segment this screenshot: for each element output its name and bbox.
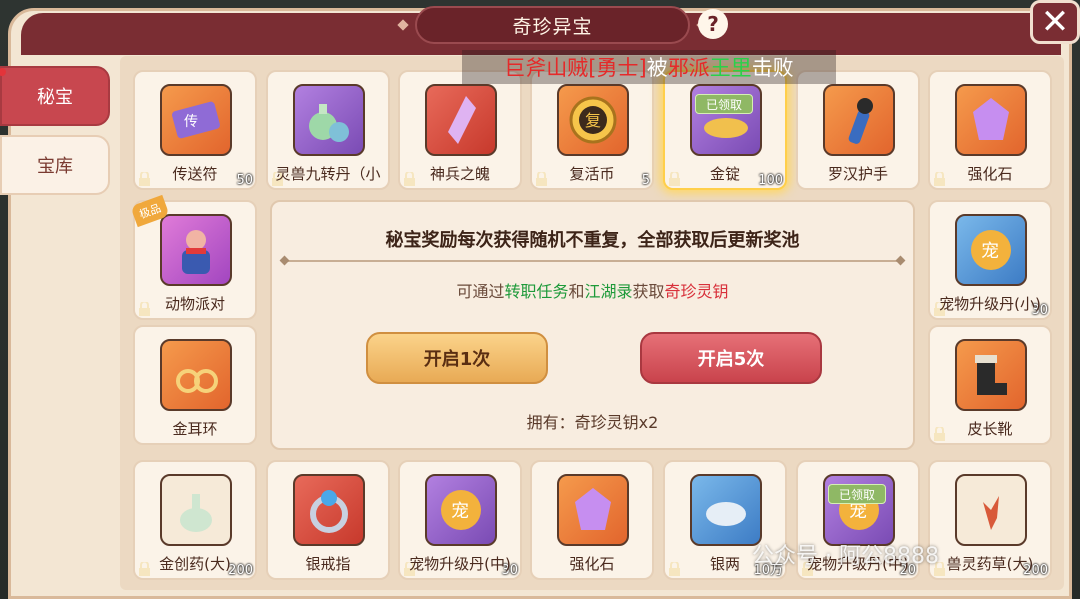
herb-icon	[955, 474, 1027, 546]
item-name: 强化石	[967, 165, 1013, 183]
banner-text: 王里	[709, 56, 752, 80]
item-cell[interactable]: 宠 30 宠物升级丹(小)	[928, 200, 1052, 320]
item-name: 兽灵药草(大)	[946, 555, 1034, 573]
item-cell[interactable]: 200 金创药(大)	[133, 460, 257, 580]
svg-text:宠: 宠	[849, 501, 867, 522]
window-title: 奇珍异宝	[512, 15, 593, 38]
banner-text: 邪派	[667, 56, 710, 80]
open-five-button[interactable]: 开启5次	[640, 332, 822, 384]
item-name: 神兵之魄	[429, 165, 490, 183]
item-name: 强化石	[569, 555, 615, 573]
outfit-icon	[160, 214, 232, 286]
item-cell[interactable]: 已领取 100 金锭	[663, 70, 787, 190]
owned-keys: 拥有：奇珍灵钥x2	[526, 413, 659, 432]
item-cell[interactable]: 神兵之魄	[398, 70, 522, 190]
kill-banner: 巨斧山贼[勇士] 被邪派 王里 击败	[462, 50, 836, 84]
help-button[interactable]: ?	[698, 9, 728, 39]
item-cell[interactable]: 宠 30 宠物升级丹(中)	[398, 460, 522, 580]
desc-text: 可通过	[456, 282, 505, 301]
task-link[interactable]: 转职任务	[504, 282, 568, 301]
watermark: 公众号 · 阿公8888	[752, 544, 939, 569]
claimed-badge: 已领取	[695, 94, 753, 114]
panel-description: 可通过转职任务和江湖录获取奇珍灵钥	[272, 278, 913, 302]
potion-icon	[293, 84, 365, 156]
item-cell[interactable]: 银戒指	[266, 460, 390, 580]
open-once-button[interactable]: 开启1次	[366, 332, 548, 384]
tab-label: 秘宝	[37, 87, 73, 108]
item-cell[interactable]: 复 5 复活币	[530, 70, 654, 190]
item-name: 宠物升级丹(中)	[409, 555, 511, 573]
item-cell[interactable]: 强化石	[928, 70, 1052, 190]
item-name: 金创药(大)	[159, 555, 231, 573]
svg-text:宠: 宠	[981, 241, 999, 262]
boots-icon	[955, 339, 1027, 411]
scroll-icon: 传	[160, 84, 232, 156]
earring-icon	[160, 339, 232, 411]
item-name: 宠物升级丹(小)	[939, 295, 1041, 313]
item-name: 皮长靴	[967, 420, 1013, 438]
item-name: 复活币	[569, 165, 615, 183]
title-plate: 奇珍异宝	[415, 6, 690, 44]
banner-text: 巨斧山贼[勇士]	[504, 56, 647, 80]
silver-ingot-icon	[690, 474, 762, 546]
item-name: 金耳环	[172, 420, 218, 438]
medicine-bottle-icon	[160, 474, 232, 546]
tab-treasury[interactable]: 宝库	[0, 135, 110, 195]
item-name: 传送符	[172, 165, 218, 183]
svg-text:复: 复	[585, 111, 601, 130]
pet-pill-icon: 宠	[425, 474, 497, 546]
key-name: 奇珍灵钥	[664, 282, 729, 301]
item-cell[interactable]: 极品 动物派对	[130, 194, 257, 320]
ring-icon	[293, 474, 365, 546]
svg-text:宠: 宠	[451, 501, 469, 522]
item-cell[interactable]: 金耳环	[133, 325, 257, 445]
item-cell[interactable]: 罗汉护手	[796, 70, 920, 190]
item-cell[interactable]: 200 兽灵药草(大)	[928, 460, 1052, 580]
tab-secret-treasure[interactable]: 秘宝	[0, 66, 110, 126]
banner-text: 击败	[751, 56, 794, 80]
item-name: 灵兽九转丹（小	[275, 165, 381, 183]
reward-panel: 秘宝奖励每次获得随机不重复，全部获取后更新奖池 可通过转职任务和江湖录获取奇珍灵…	[270, 200, 915, 450]
item-name: 银戒指	[305, 555, 351, 573]
item-name: 罗汉护手	[827, 165, 888, 183]
banner-text: 被	[646, 56, 668, 80]
item-cell[interactable]: 传 50 传送符	[133, 70, 257, 190]
item-cell[interactable]: 强化石	[530, 460, 654, 580]
tab-label: 宝库	[37, 156, 73, 177]
item-cell[interactable]: 灵兽九转丹（小	[266, 70, 390, 190]
item-cell[interactable]: 皮长靴	[928, 325, 1052, 445]
desc-text: 和	[568, 282, 585, 301]
game-background: 奇珍异宝 ? ✕ 秘宝 宝库 传 50 传送符 灵兽九转丹（小 神兵之魄 复 5…	[0, 0, 1080, 599]
crystal-icon	[425, 84, 497, 156]
item-name: 动物派对	[164, 295, 225, 313]
claimed-badge: 已领取	[828, 484, 886, 504]
panel-title: 秘宝奖励每次获得随机不重复，全部获取后更新奖池	[385, 230, 800, 251]
close-button[interactable]: ✕	[1030, 0, 1080, 44]
desc-text: 获取	[632, 282, 665, 301]
item-name: 金锭	[709, 165, 740, 183]
coin-icon: 复	[557, 84, 629, 156]
pet-pill-icon: 宠	[955, 214, 1027, 286]
book-link[interactable]: 江湖录	[585, 282, 633, 301]
gem-icon	[557, 474, 629, 546]
gauntlet-icon	[823, 84, 895, 156]
svg-text:传: 传	[184, 114, 198, 130]
gem-icon	[955, 84, 1027, 156]
divider	[284, 260, 901, 262]
